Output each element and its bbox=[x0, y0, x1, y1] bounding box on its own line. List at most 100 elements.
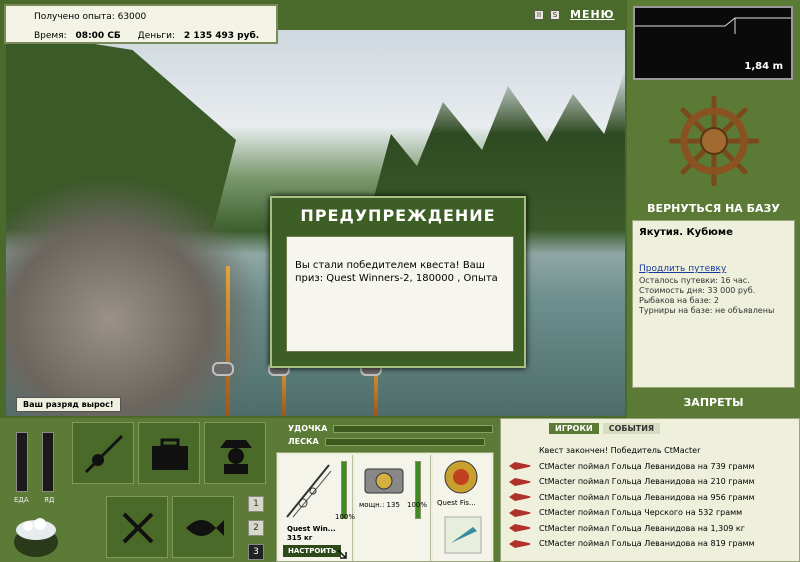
event-text: CtMacter поймал Гольца Леванидова на 819… bbox=[539, 539, 755, 549]
food-meter bbox=[16, 432, 28, 492]
list-item: CtMacter поймал Гольца Леванидова на 1,3… bbox=[509, 521, 795, 537]
money-label: Деньги: bbox=[137, 31, 176, 41]
event-text: CtMacter поймал Гольца Леванидова на 1,3… bbox=[539, 523, 745, 533]
fisherman-icon bbox=[220, 440, 252, 474]
events-list: Квест закончен! Победитель CtMacter CtMa… bbox=[509, 443, 795, 552]
list-item: CtMacter поймал Гольца Леванидова на 210… bbox=[509, 474, 795, 490]
fish-icon bbox=[509, 524, 531, 533]
day-cost: Стоимость дня: 33 000 руб. bbox=[639, 286, 756, 295]
event-text: CtMacter поймал Гольца Леванидова на 739… bbox=[539, 461, 755, 471]
warning-dialog[interactable]: ПРЕДУПРЕЖДЕНИЕ Вы стали победителем квес… bbox=[270, 196, 526, 368]
menu-button[interactable]: МЕНЮ bbox=[570, 8, 615, 21]
tackle-status-header: УДОЧКА ЛЕСКА bbox=[280, 420, 494, 450]
float-bar bbox=[333, 424, 494, 433]
poison-label: ЯД bbox=[44, 496, 55, 504]
fish-icon bbox=[186, 520, 224, 536]
event-text: CtMacter поймал Гольца Леванидова на 210… bbox=[539, 477, 755, 487]
fish-icon bbox=[509, 462, 531, 471]
fish-icon bbox=[509, 493, 531, 502]
rod-weight: 315 кг bbox=[287, 534, 313, 542]
fishers-count: Рыбаков на базе: 2 bbox=[639, 296, 719, 305]
time-label: Время: bbox=[34, 31, 67, 41]
rod-name: Quest Win... bbox=[287, 525, 336, 533]
sound-icon[interactable]: S bbox=[550, 9, 560, 20]
float-row: УДОЧКА bbox=[288, 424, 494, 433]
pause-icon[interactable]: II bbox=[534, 9, 544, 20]
tab-events[interactable]: СОБЫТИЯ bbox=[602, 423, 661, 434]
rod-condition-bar bbox=[341, 461, 347, 519]
location-info: Якутия. Кубюме Продлить путевку Осталось… bbox=[632, 220, 795, 388]
setup-button[interactable]: НАСТРОИТЬ bbox=[283, 545, 342, 557]
tackle-box-tile[interactable] bbox=[138, 422, 200, 484]
list-item: CtMacter поймал Гольца Леванидова на 819… bbox=[509, 536, 795, 552]
quest-finished-row: Квест закончен! Победитель CtMacter bbox=[509, 443, 795, 459]
permit-hours-left: Осталось путевки: 16 час. bbox=[639, 276, 750, 285]
events-panel: ИГРОКИ СОБЫТИЯ Квест закончен! Победител… bbox=[500, 418, 800, 562]
page-2-button[interactable]: 2 bbox=[248, 520, 264, 536]
reel-percent: 100% bbox=[407, 501, 428, 509]
top-controls: II S МЕНЮ bbox=[534, 8, 615, 21]
extend-permit-link[interactable]: Продлить путевку bbox=[639, 264, 788, 274]
lure-bait-icon bbox=[444, 516, 482, 554]
lure-spool-icon bbox=[444, 460, 478, 494]
lure-name: Quest Fis... bbox=[437, 499, 476, 507]
quest-finished-text: Квест закончен! Победитель CtMacter bbox=[539, 446, 701, 456]
line-bar bbox=[324, 437, 485, 446]
reel-image-icon bbox=[364, 468, 404, 494]
events-tabs: ИГРОКИ СОБЫТИЯ bbox=[549, 423, 661, 434]
list-item: CtMacter поймал Гольца Леванидова на 956… bbox=[509, 490, 795, 506]
fishing-rod-1[interactable] bbox=[226, 266, 230, 416]
tournaments-info: Турниры на базе: не объявлены bbox=[639, 306, 775, 315]
reel-power: мощн.: 135 bbox=[359, 501, 400, 509]
event-text: CtMacter поймал Гольца Леванидова на 956… bbox=[539, 492, 755, 502]
fish-icon bbox=[509, 477, 531, 486]
tackle-panel: 100% Quest Win... 315 кг НАСТРОИТЬ мощн.… bbox=[276, 452, 494, 562]
page-1-button[interactable]: 1 bbox=[248, 496, 264, 512]
poison-meter bbox=[42, 432, 54, 492]
player-info-panel: Получено опыта: 63000 Время: 08:00 СБ Де… bbox=[4, 4, 278, 44]
depth-sounder: 1,84 m bbox=[633, 6, 793, 80]
dialog-message: Вы стали победителем квеста! Ваш приз: Q… bbox=[286, 236, 514, 352]
line-row: ЛЕСКА bbox=[288, 437, 485, 446]
food-label: ЕДА bbox=[14, 496, 29, 504]
time-money-row: Время: 08:00 СБ Деньги: 2 135 493 руб. bbox=[34, 31, 259, 41]
fish-icon bbox=[509, 539, 531, 548]
page-3-button[interactable]: 3 bbox=[248, 544, 264, 560]
fork-knife-icon bbox=[122, 512, 154, 544]
reel-slot[interactable]: мощн.: 135 100% bbox=[355, 455, 431, 561]
list-item: CtMacter поймал Гольца Леванидова на 739… bbox=[509, 459, 795, 475]
reel-condition-bar bbox=[415, 461, 421, 519]
dialog-title: ПРЕДУПРЕЖДЕНИЕ bbox=[300, 206, 496, 225]
list-item: CtMacter поймал Гольца Черского на 532 г… bbox=[509, 505, 795, 521]
rod-slot[interactable]: 100% Quest Win... 315 кг НАСТРОИТЬ bbox=[279, 455, 356, 561]
rod-condition-fill bbox=[342, 462, 346, 518]
fisherman-tile[interactable] bbox=[204, 422, 266, 484]
bans-button[interactable]: ЗАПРЕТЫ bbox=[627, 396, 800, 409]
rod-image-icon bbox=[286, 464, 332, 518]
rank-up-badge[interactable]: Ваш разряд вырос! bbox=[16, 397, 121, 412]
tab-players[interactable]: ИГРОКИ bbox=[549, 423, 599, 434]
line-label: ЛЕСКА bbox=[288, 437, 319, 446]
rods-tile[interactable] bbox=[72, 422, 134, 484]
fish-icon bbox=[509, 508, 531, 517]
return-to-base-button[interactable]: ВЕРНУТЬСЯ НА БАЗУ bbox=[627, 202, 800, 215]
fish-tile[interactable] bbox=[172, 496, 234, 558]
depth-value: 1,84 m bbox=[744, 61, 783, 72]
food-tile[interactable] bbox=[106, 496, 168, 558]
right-panel: 1,84 m ВЕРНУТЬСЯ НА БАЗУ Якутия. Кубюме … bbox=[627, 0, 800, 418]
time-value: 08:00 СБ bbox=[75, 31, 121, 41]
float-label: УДОЧКА bbox=[288, 424, 328, 433]
bait-pot-icon[interactable] bbox=[10, 508, 62, 560]
tackle-box-icon bbox=[152, 438, 188, 470]
resize-arrow-icon[interactable] bbox=[337, 549, 347, 559]
event-text: CtMacter поймал Гольца Черского на 532 г… bbox=[539, 508, 743, 518]
lure-slot[interactable]: Quest Fis... bbox=[433, 455, 491, 561]
money-value: 2 135 493 руб. bbox=[183, 31, 260, 41]
rod-percent: 100% bbox=[335, 513, 356, 521]
reel-1-icon bbox=[212, 362, 234, 376]
reel-condition-fill bbox=[416, 462, 420, 518]
experience-text: Получено опыта: 63000 bbox=[34, 12, 147, 22]
location-name: Якутия. Кубюме bbox=[639, 227, 733, 238]
ship-wheel-icon[interactable] bbox=[669, 96, 759, 186]
rod-reel-icon bbox=[84, 434, 124, 474]
